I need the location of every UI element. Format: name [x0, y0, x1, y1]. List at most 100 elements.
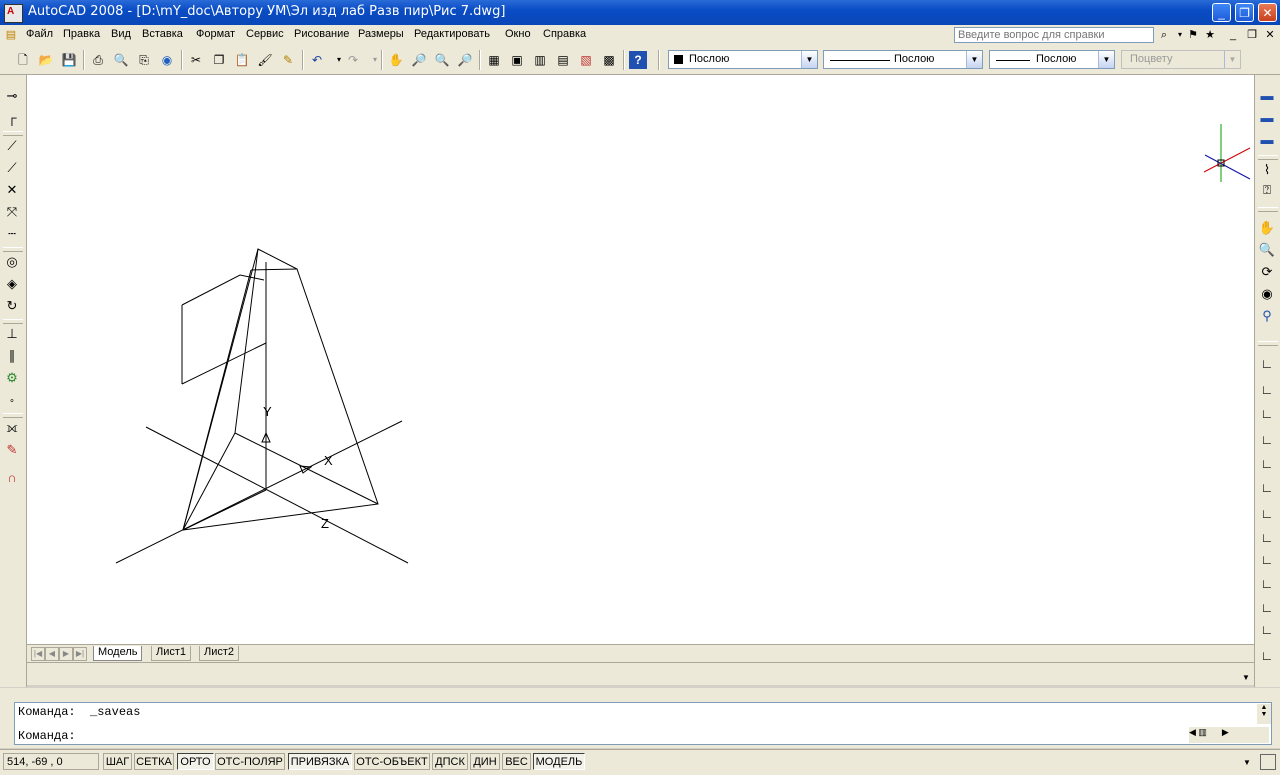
help-search-input[interactable] — [954, 27, 1154, 43]
close-button[interactable]: ✕ — [1258, 3, 1277, 22]
ucs-object-icon[interactable]: ∟ — [1258, 455, 1276, 473]
tab-next-icon[interactable]: ▶ — [59, 647, 73, 661]
menu-format[interactable]: Формат — [196, 28, 235, 40]
menu-edit[interactable]: Правка — [63, 28, 100, 40]
save-icon[interactable]: 💾 — [60, 51, 78, 69]
menu-window[interactable]: Окно — [505, 28, 531, 40]
polygon-icon[interactable]: ⟋ — [3, 159, 21, 177]
ucs-world-icon[interactable]: ∟ — [1258, 381, 1276, 399]
construction-line-icon[interactable]: ┌ — [3, 109, 21, 127]
ucs-icon[interactable]: ∟ — [1258, 355, 1276, 373]
menu-draw[interactable]: Рисование — [294, 28, 349, 40]
menu-modify[interactable]: Редактировать — [414, 28, 490, 40]
ucs-origin-icon[interactable]: ∟ — [1258, 505, 1276, 523]
clean-screen-icon[interactable] — [1260, 754, 1276, 770]
pan-icon[interactable]: ✋ — [1258, 219, 1276, 237]
redo-icon[interactable]: ↷ — [344, 51, 362, 69]
parallel-icon[interactable]: ∥ — [3, 347, 21, 365]
hatch-icon[interactable]: ✎ — [3, 441, 21, 459]
tool-palettes-icon[interactable]: ▥ — [531, 51, 549, 69]
tab-model[interactable]: Модель — [93, 646, 143, 661]
walk-icon[interactable]: ⚲ — [1258, 307, 1276, 325]
new-file-icon[interactable]: 🗋 — [14, 51, 32, 69]
doc-close-icon[interactable]: ✕ — [1263, 28, 1277, 42]
tab-layout1[interactable]: Лист1 — [151, 646, 192, 661]
polyline-icon[interactable]: ⟋ — [3, 137, 21, 155]
named-views-icon[interactable]: ⌇ — [1258, 161, 1276, 179]
ucs-y-icon[interactable]: ∟ — [1258, 599, 1276, 617]
open-file-icon[interactable]: 📂 — [37, 51, 55, 69]
chevron-down-icon[interactable]: ▼ — [966, 51, 982, 68]
coordinates-display[interactable]: 514, -69 , 0 — [3, 753, 99, 770]
document-icon[interactable]: ▤ — [4, 28, 18, 42]
arc-icon[interactable]: ⤧ — [3, 203, 21, 221]
dashed-line-icon[interactable]: ┄ — [3, 225, 21, 243]
orbit-icon[interactable]: ⟳ — [1258, 263, 1276, 281]
menu-help[interactable]: Справка — [543, 28, 586, 40]
ucs-face-icon[interactable]: ∟ — [1258, 431, 1276, 449]
line-icon[interactable]: ⊸ — [3, 87, 21, 105]
command-prompt[interactable]: Команда: — [18, 729, 76, 743]
ellipse-icon[interactable]: ◈ — [3, 275, 21, 293]
tab-last-icon[interactable]: ▶| — [73, 647, 87, 661]
layer-properties-icon[interactable]: ▬ — [1258, 87, 1276, 105]
command-hscroll[interactable]: ◀ ▥ ▶ — [1189, 727, 1269, 743]
command-scroll[interactable]: ▲ ▼ — [1257, 704, 1271, 724]
rectangle-icon[interactable]: ✕ — [3, 181, 21, 199]
paste-icon[interactable]: 📋 — [233, 51, 251, 69]
layer-previous-icon[interactable]: ▬ — [1258, 109, 1276, 127]
tab-prev-icon[interactable]: ◀ — [45, 647, 59, 661]
horizontal-scroll-area[interactable]: ▼ — [27, 662, 1254, 685]
restore-button[interactable]: ❐ — [1235, 3, 1254, 22]
design-center-icon[interactable]: ▣ — [508, 51, 526, 69]
rotate-icon[interactable]: ↻ — [3, 297, 21, 315]
communication-icon[interactable]: ⚑ — [1186, 28, 1200, 42]
ucs-x-icon[interactable]: ∟ — [1258, 575, 1276, 593]
plot-icon[interactable]: ⎙ — [89, 51, 107, 69]
status-grid[interactable]: СЕТКА — [134, 753, 174, 770]
insert-block-icon[interactable]: ⚙ — [3, 369, 21, 387]
cut-icon[interactable]: ✂ — [187, 51, 205, 69]
search-dropdown-icon[interactable]: ▾ — [1173, 28, 1187, 42]
ucs-z-axis-icon[interactable]: ∟ — [1258, 529, 1276, 547]
circle-icon[interactable]: ◎ — [3, 253, 21, 271]
status-snap[interactable]: ШАГ — [103, 753, 132, 770]
minimize-button[interactable]: _ — [1212, 3, 1231, 22]
publish-web-icon[interactable]: ◉ — [158, 51, 176, 69]
linetype-combo[interactable]: Послою ▼ — [823, 50, 983, 69]
publish-icon[interactable]: ⎘ — [135, 51, 153, 69]
properties-icon[interactable]: ▦ — [485, 51, 503, 69]
status-dyn[interactable]: ДИН — [470, 753, 500, 770]
command-history[interactable]: Команда: _saveas Команда: ▲ ▼ ◀ ▥ ▶ — [14, 702, 1272, 745]
status-otrack[interactable]: ОТС-ОБЪЕКТ — [354, 753, 430, 770]
undo-icon[interactable]: ↶ — [308, 51, 326, 69]
menu-dimension[interactable]: Размеры — [358, 28, 404, 40]
menu-tools[interactable]: Сервис — [246, 28, 284, 40]
zoom-realtime-icon[interactable]: 🔎 — [410, 51, 428, 69]
status-menu-icon[interactable]: ▼ — [1240, 756, 1254, 770]
chevron-down-icon[interactable]: ▼ — [1239, 671, 1253, 685]
drawing-canvas[interactable]: Y X Z — [27, 75, 1254, 644]
pan-realtime-icon[interactable]: ✋ — [387, 51, 405, 69]
zoom-previous-icon[interactable]: 🔎 — [456, 51, 474, 69]
ucs-3point-icon[interactable]: ∟ — [1258, 551, 1276, 569]
doc-minimize-icon[interactable]: _ — [1226, 28, 1240, 42]
plot-preview-icon[interactable]: 🔍 — [112, 51, 130, 69]
ucs-view-icon[interactable]: ∟ — [1258, 479, 1276, 497]
menu-file[interactable]: Файл — [26, 28, 53, 40]
favorites-icon[interactable]: ★ — [1203, 28, 1217, 42]
magnet-icon[interactable]: ∩ — [3, 469, 21, 487]
copy-icon[interactable]: ❐ — [210, 51, 228, 69]
calculator-icon[interactable]: ▩ — [600, 51, 618, 69]
menu-view[interactable]: Вид — [111, 28, 131, 40]
lineweight-combo[interactable]: Послою ▼ — [989, 50, 1115, 69]
status-ortho[interactable]: ОРТО — [177, 753, 214, 770]
tab-layout2[interactable]: Лист2 — [199, 646, 240, 661]
help-icon[interactable]: ? — [629, 51, 647, 69]
status-polar[interactable]: ОТС-ПОЛЯР — [215, 753, 285, 770]
chevron-down-icon[interactable]: ▼ — [1098, 51, 1114, 68]
zoom-icon[interactable]: 🔍 — [1258, 241, 1276, 259]
doc-restore-icon[interactable]: ❐ — [1245, 28, 1259, 42]
status-ducs[interactable]: ДПСК — [432, 753, 468, 770]
ucs-previous-icon[interactable]: ∟ — [1258, 405, 1276, 423]
